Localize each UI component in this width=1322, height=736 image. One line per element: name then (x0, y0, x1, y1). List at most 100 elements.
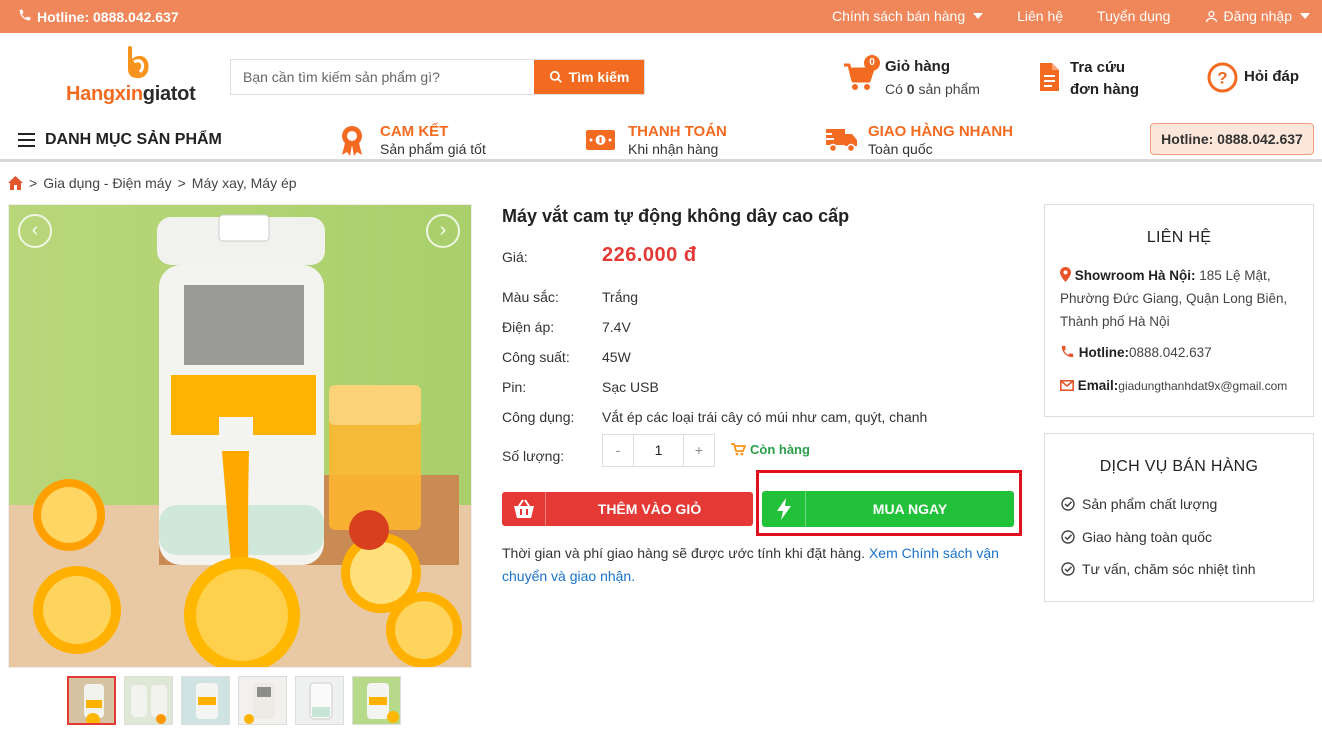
feature-title: GIAO HÀNG NHANH (868, 123, 1013, 140)
spec-value: 45W (602, 349, 631, 365)
login-label: Đăng nhập (1223, 8, 1292, 24)
thumbnail[interactable] (181, 676, 230, 725)
service-item: Giao hàng toàn quốc (1061, 529, 1212, 545)
product-main-image[interactable] (8, 204, 472, 668)
cash-icon (586, 130, 615, 150)
add-to-cart-button[interactable]: THÊM VÀO GIỎ (502, 492, 753, 526)
juicer-photo (9, 205, 471, 667)
spec-value: Trắng (602, 289, 639, 305)
check-circle-icon (1061, 562, 1075, 576)
quantity-decrease-button[interactable]: - (603, 435, 633, 466)
site-logo[interactable]: Hangxingiatot (66, 45, 216, 107)
cart-title: Giỏ hàng (885, 58, 950, 75)
order-lookup[interactable]: Tra cứu đơn hàng (1038, 57, 1158, 101)
search-icon (549, 70, 562, 83)
services-box: DỊCH VỤ BÁN HÀNG Sản phẩm chất lượng Gia… (1044, 433, 1314, 602)
user-icon (1206, 10, 1218, 22)
buy-now-label: MUA NGAY (872, 501, 948, 517)
contact-link[interactable]: Liên hệ (1017, 8, 1063, 24)
top-hotline[interactable]: Hotline: 0888.042.637 (18, 8, 179, 25)
feature-payment: THANH TOÁN Khi nhận hàng (585, 123, 755, 159)
hamburger-icon (18, 133, 35, 147)
spec-label: Công dụng: (502, 409, 575, 425)
spec-label: Công suất: (502, 349, 570, 365)
logo-mark-icon (128, 46, 149, 79)
breadcrumb: > Gia dụng - Điện máy > Máy xay, Máy ép (8, 175, 297, 191)
thumbnail[interactable] (238, 676, 287, 725)
cart-small-icon (731, 443, 746, 456)
phone-icon (1061, 345, 1074, 358)
quantity-input[interactable]: 1 (633, 435, 684, 466)
contact-email[interactable]: Email:giadungthanhdat9x@gmail.com (1060, 374, 1316, 398)
basket-icon (502, 492, 546, 526)
nav-hotline-button[interactable]: Hotline: 0888.042.637 (1150, 123, 1314, 155)
buy-now-button[interactable]: MUA NGAY (762, 491, 1014, 527)
category-menu-label: DANH MỤC SẢN PHẨM (45, 131, 222, 148)
top-hotline-text: Hotline: 0888.042.637 (37, 8, 179, 25)
add-to-cart-label: THÊM VÀO GIỎ (597, 501, 702, 517)
breadcrumb-item[interactable]: Máy xay, Máy ép (192, 175, 297, 191)
cart-widget[interactable]: 0 Giỏ hàng Có 0 sản phẩm (842, 55, 992, 99)
cart-summary: Có 0 sản phẩm (885, 81, 980, 97)
quantity-stepper: - 1 + (602, 434, 715, 467)
thumbnail[interactable] (352, 676, 401, 725)
thumbnail[interactable] (67, 676, 116, 725)
award-icon (342, 126, 362, 156)
search-button-label: Tìm kiếm (568, 69, 630, 85)
feature-subtitle: Toàn quốc (868, 141, 933, 157)
service-item: Tư vấn, chăm sóc nhiệt tình (1061, 561, 1256, 577)
check-circle-icon (1061, 497, 1075, 511)
spec-label: Pin: (502, 379, 527, 395)
gallery-next-button[interactable]: › (426, 214, 460, 248)
search-input[interactable] (231, 60, 534, 94)
policy-menu[interactable]: Chính sách bán hàng (832, 8, 984, 24)
faq-label: Hỏi đáp (1244, 68, 1299, 85)
cart-count-badge: 0 (864, 55, 880, 71)
services-title: DỊCH VỤ BÁN HÀNG (1099, 458, 1259, 475)
thumbnail-strip (67, 676, 401, 725)
search-bar: Tìm kiếm (230, 59, 645, 95)
contact-box: LIÊN HỆ Showroom Hà Nội: 185 Lệ Mật, Phư… (1044, 204, 1314, 417)
login-menu[interactable]: Đăng nhập (1204, 8, 1310, 24)
logo-text: Hangxingiatot (66, 83, 196, 105)
stock-label: Còn hàng (750, 442, 810, 457)
location-pin-icon (1060, 267, 1071, 282)
careers-link[interactable]: Tuyển dụng (1097, 8, 1170, 24)
spec-value: Sạc USB (602, 379, 659, 395)
gallery-prev-button[interactable]: ‹ (18, 214, 52, 248)
feature-commitment: CAM KẾT Sản phẩm giá tốt (339, 123, 509, 159)
nav-row: DANH MỤC SẢN PHẨM CAM KẾT Sản phẩm giá t… (0, 117, 1322, 162)
spec-value: 7.4V (602, 319, 631, 335)
quantity-label: Số lượng: (502, 448, 565, 464)
feature-title: THANH TOÁN (628, 123, 727, 140)
showroom-address: Showroom Hà Nội: 185 Lệ Mật, Phường Đức … (1060, 267, 1288, 329)
price-label: Giá: (502, 249, 528, 265)
truck-icon (824, 129, 857, 153)
policy-label: Chính sách bán hàng (832, 8, 966, 24)
chevron-down-icon (1300, 13, 1310, 19)
spec-value: Vắt ép các loại trái cây có múi như cam,… (602, 409, 928, 425)
phone-icon (18, 8, 32, 25)
lightning-icon (762, 491, 806, 527)
quantity-increase-button[interactable]: + (684, 435, 714, 466)
feature-subtitle: Sản phẩm giá tốt (380, 141, 486, 157)
home-icon[interactable] (8, 176, 23, 190)
check-circle-icon (1061, 530, 1075, 544)
product-info: Máy vắt cam tự động không dây cao cấp Gi… (502, 206, 1022, 584)
service-item: Sản phẩm chất lượng (1061, 496, 1217, 512)
thumbnail[interactable] (124, 676, 173, 725)
feature-shipping: GIAO HÀNG NHANH Toàn quốc (824, 123, 1024, 159)
contact-hotline[interactable]: Hotline:0888.042.637 (1060, 341, 1310, 364)
category-menu-button[interactable]: DANH MỤC SẢN PHẨM (18, 131, 222, 149)
top-bar: Hotline: 0888.042.637 Chính sách bán hàn… (0, 0, 1322, 33)
question-icon: ? (1207, 62, 1238, 93)
spec-label: Màu sắc: (502, 289, 559, 305)
contact-title: LIÊN HỆ (1146, 229, 1212, 246)
product-price: 226.000 đ (602, 244, 697, 266)
faq-link[interactable]: ? Hỏi đáp (1207, 61, 1317, 95)
search-button[interactable]: Tìm kiếm (534, 60, 644, 94)
envelope-icon (1060, 380, 1074, 391)
shipping-note: Thời gian và phí giao hàng sẽ được ước t… (502, 545, 999, 584)
breadcrumb-item[interactable]: Gia dụng - Điện máy (43, 175, 171, 191)
thumbnail[interactable] (295, 676, 344, 725)
